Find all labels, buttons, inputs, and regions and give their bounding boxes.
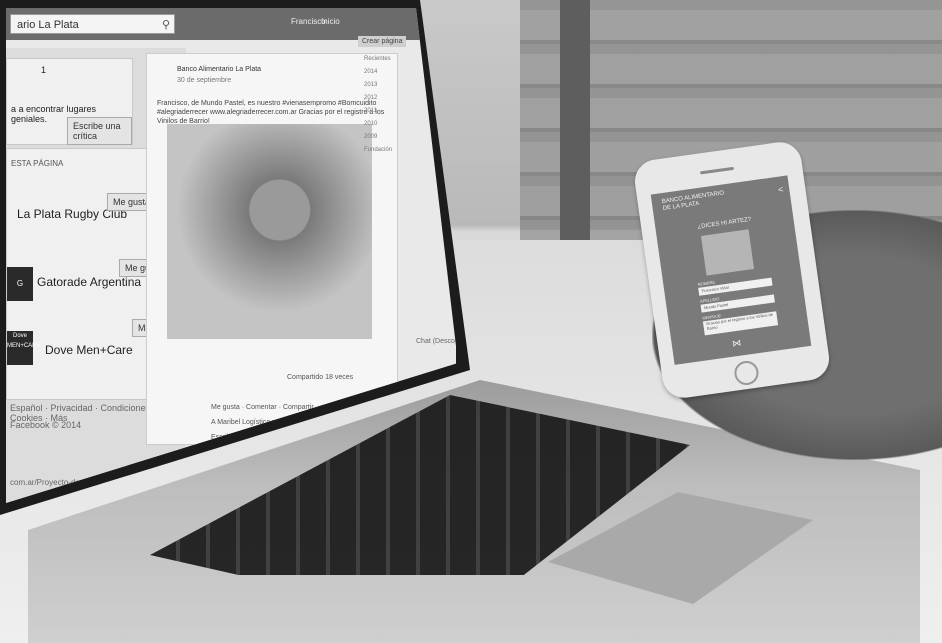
- post-photo[interactable]: [167, 124, 372, 339]
- chat-tab[interactable]: Chat (Desco: [416, 338, 455, 345]
- app-header: BANCO ALIMENTARIO DE LA PLATA: [661, 190, 725, 213]
- dove-logo: Dove MEN+CARE: [7, 331, 41, 365]
- share-network-icon[interactable]: ⋈: [732, 337, 742, 349]
- post-actions[interactable]: Me gusta · Comentar · Compartir: [211, 404, 314, 411]
- phone-screen: BANCO ALIMENTARIO DE LA PLATA < ¿DICES H…: [650, 175, 812, 365]
- year-item[interactable]: 2013: [364, 79, 414, 92]
- post-date[interactable]: 30 de septiembre: [177, 77, 231, 84]
- footer-copyright: Facebook © 2014: [10, 420, 82, 430]
- page-name-dove[interactable]: Dove Men+Care: [45, 343, 133, 357]
- post-body: Francisco, de Mundo Pastel, es nuestro #…: [157, 100, 385, 125]
- year-item[interactable]: 2011: [364, 105, 414, 118]
- home-link[interactable]: Inicio: [321, 17, 340, 26]
- write-review-button[interactable]: Escribe una crítica: [67, 117, 132, 145]
- year-item[interactable]: 2009: [364, 131, 414, 144]
- places-card: 1 a a encontrar lugares geniales. Escrib…: [6, 58, 133, 145]
- home-button[interactable]: [732, 359, 761, 387]
- year-item[interactable]: 2012: [364, 92, 414, 105]
- post-author[interactable]: Banco Alimentario La Plata: [177, 66, 261, 73]
- search-input-value: ario La Plata: [17, 19, 79, 31]
- search-icon[interactable]: ⚲: [162, 15, 170, 35]
- search-input[interactable]: ario La Plata ⚲: [10, 14, 175, 34]
- like-count: 1: [41, 65, 47, 75]
- smartphone: BANCO ALIMENTARIO DE LA PLATA < ¿DICES H…: [632, 139, 832, 401]
- year-item[interactable]: 2010: [364, 118, 414, 131]
- share-icon[interactable]: <: [777, 184, 784, 195]
- photo-thumbnail[interactable]: [700, 229, 755, 276]
- share-count[interactable]: Compartido 18 veces: [287, 374, 353, 381]
- phone-speaker: [699, 166, 735, 175]
- year-item[interactable]: 2014: [364, 66, 414, 79]
- photo-scene: ario La Plata ⚲ Francisco Inicio Crear p…: [0, 0, 942, 643]
- gatorade-logo: G: [7, 267, 33, 301]
- year-item[interactable]: Recientes: [364, 53, 414, 66]
- year-item[interactable]: Fundación: [364, 144, 414, 157]
- create-page-button[interactable]: Crear página: [358, 36, 407, 47]
- section-title: ESTA PÁGINA: [11, 159, 64, 168]
- timeline-post: Banco Alimentario La Plata 30 de septiem…: [146, 53, 398, 445]
- timeline-years-nav: Recientes 2014 2013 2012 2011 2010 2009 …: [364, 53, 414, 157]
- page-name-gatorade[interactable]: Gatorade Argentina: [37, 275, 141, 289]
- window-frame: [560, 0, 590, 250]
